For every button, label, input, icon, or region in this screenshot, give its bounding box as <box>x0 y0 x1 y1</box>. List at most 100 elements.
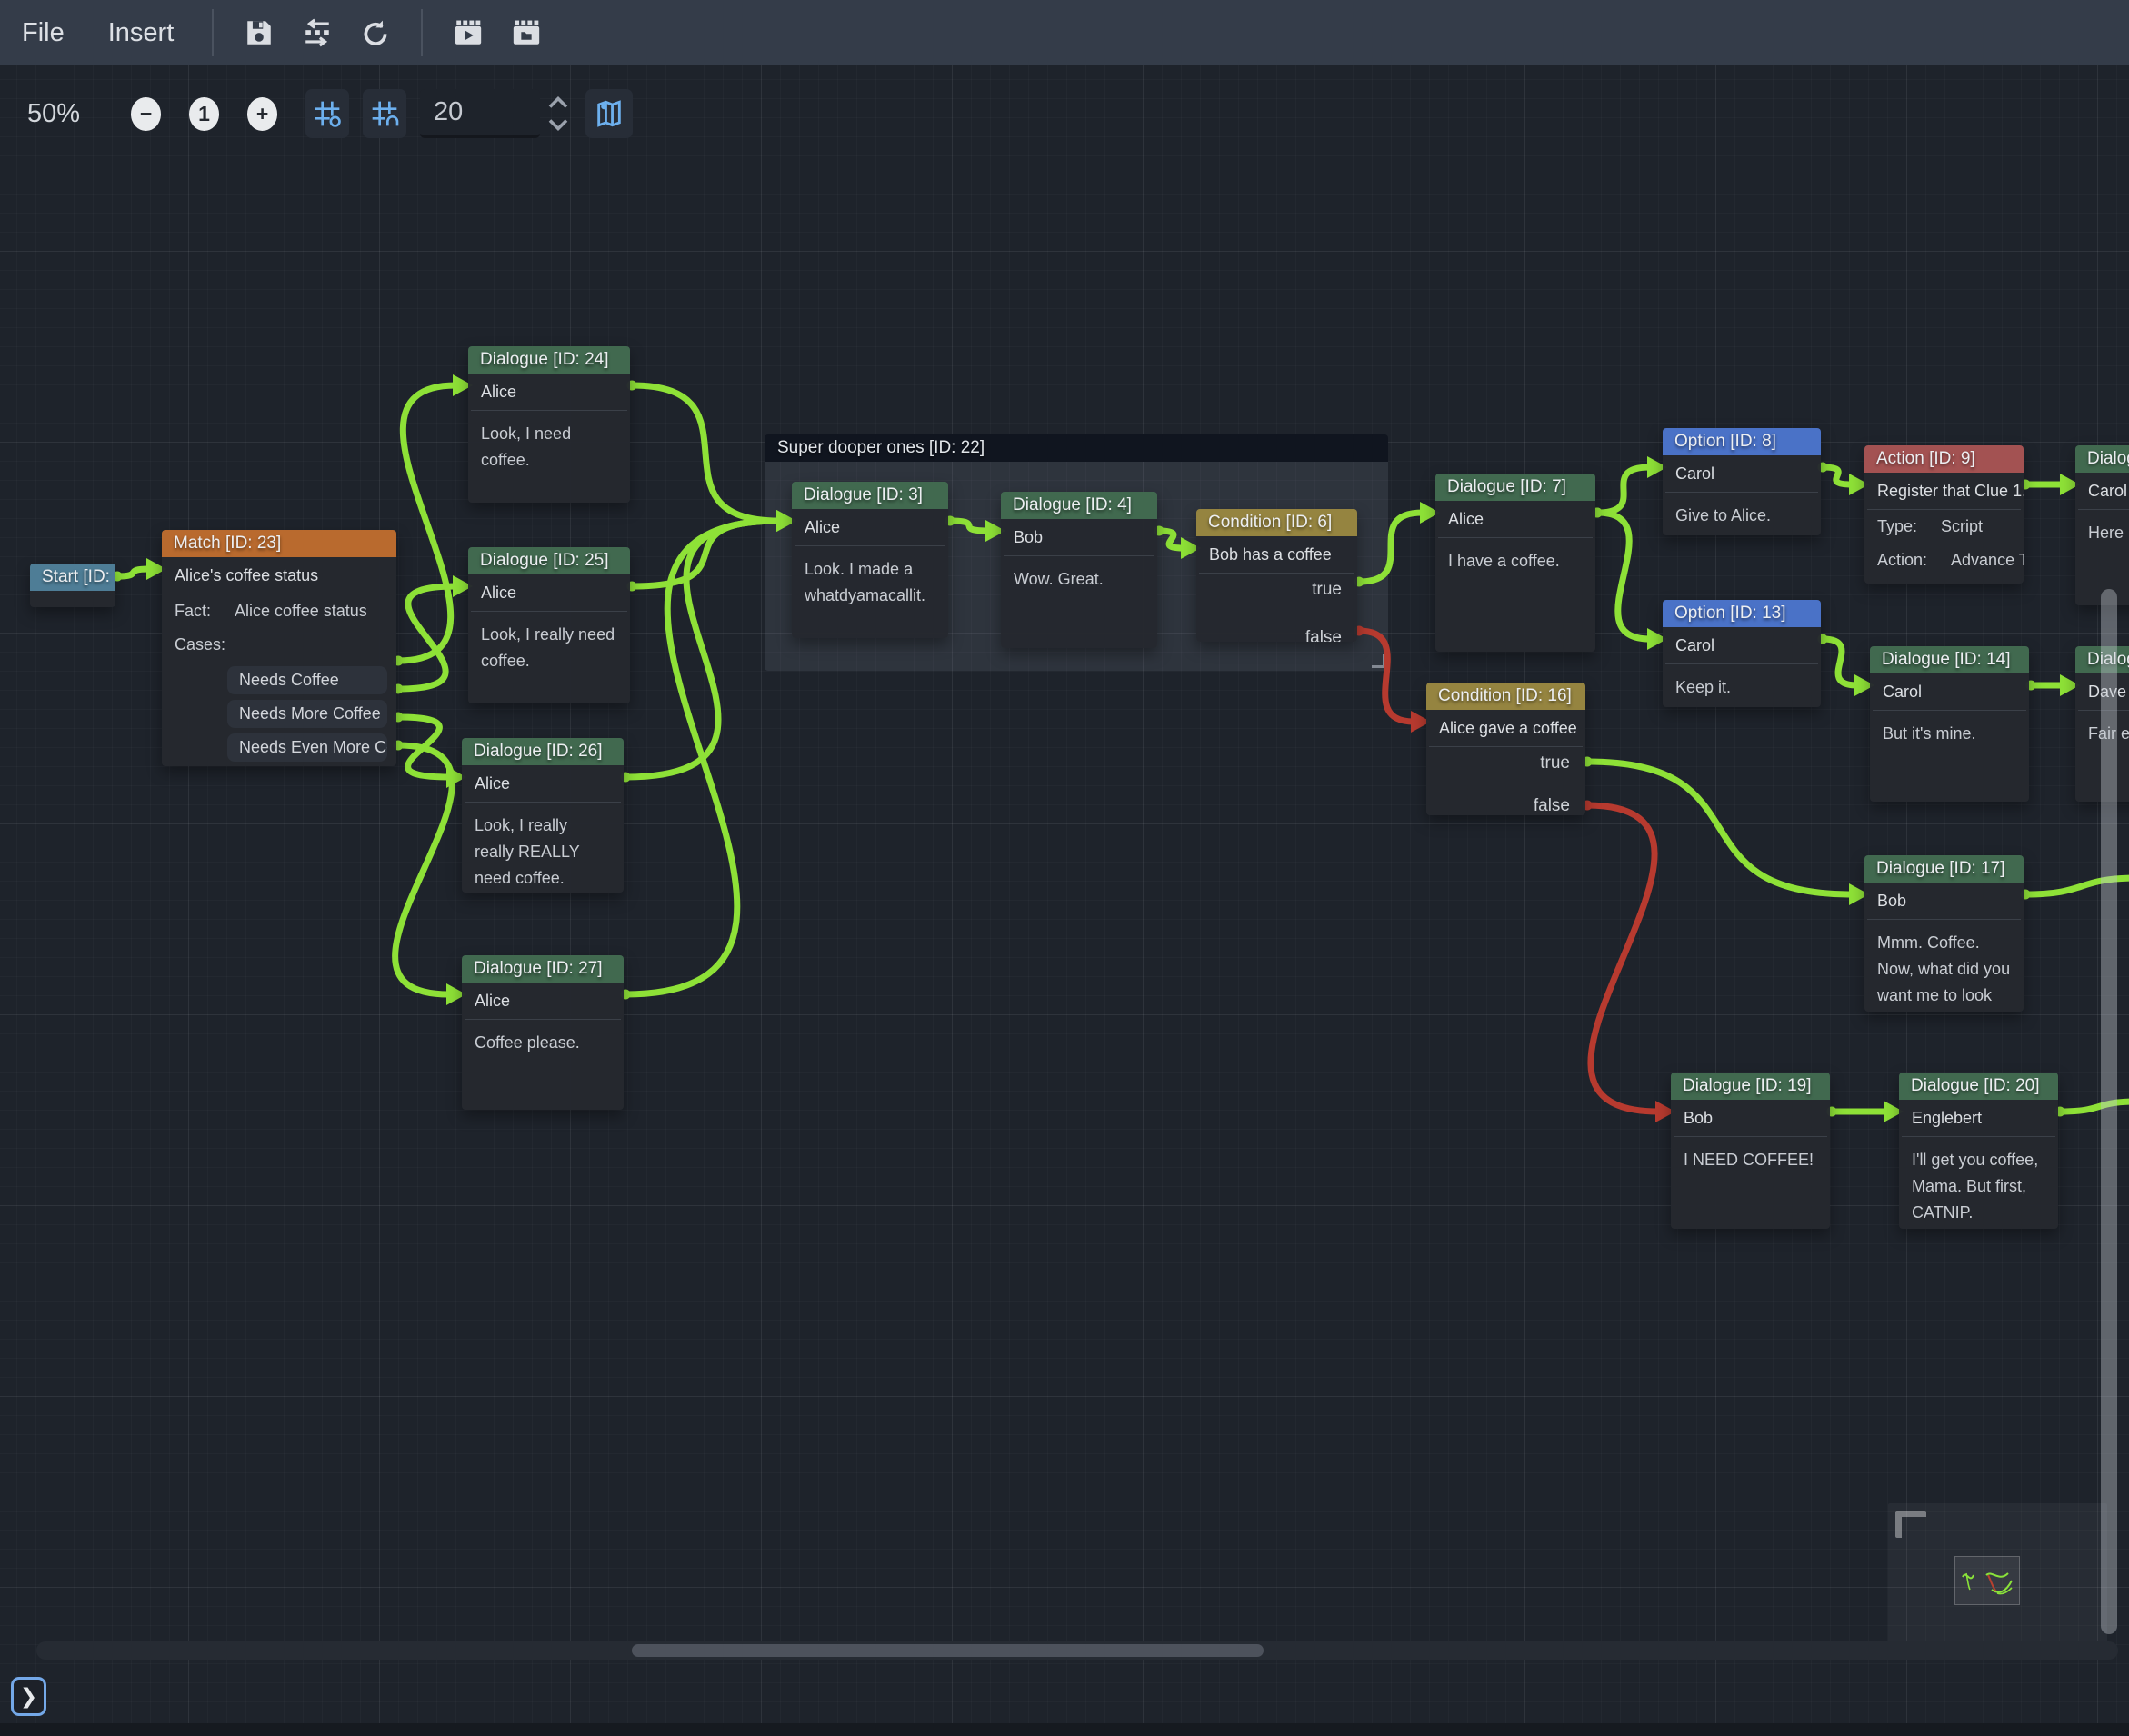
minimap-panel[interactable] <box>1888 1503 2107 1648</box>
node-title[interactable]: Action [ID: 9] <box>1864 445 2024 473</box>
node-row-pair: Type:Script <box>1864 510 2024 544</box>
node-row-speaker[interactable]: Carol <box>1663 627 1821 663</box>
node-dialogue-4[interactable]: Dialogue [ID: 4]BobWow. Great. <box>1001 492 1157 648</box>
group-title[interactable]: Super dooper ones [ID: 22] <box>765 434 1388 462</box>
node-title[interactable]: Dialogue [ID: 4] <box>1001 492 1157 519</box>
node-row-speaker[interactable]: Alice <box>462 765 624 802</box>
menu-insert[interactable]: Insert <box>86 0 196 65</box>
horizontal-scrollbar-handle[interactable] <box>632 1644 1264 1657</box>
node-title[interactable]: Dialog <box>2075 445 2129 473</box>
node-title[interactable]: Dialogue [ID: 27] <box>462 955 624 983</box>
node-option-8[interactable]: Option [ID: 8]CarolGive to Alice. <box>1663 428 1821 535</box>
case-option-button[interactable]: Needs Coffee <box>227 666 387 694</box>
test-dialogue-button[interactable] <box>443 7 494 58</box>
zoom-reset-button[interactable]: 1 <box>189 97 219 131</box>
node-row-speaker[interactable]: Alice's coffee status <box>162 557 396 594</box>
node-row-speaker[interactable]: Alice <box>792 509 948 545</box>
grid-toggle-button[interactable] <box>363 89 406 138</box>
row-divider <box>1199 573 1354 574</box>
load-dialogue-button[interactable] <box>501 7 552 58</box>
zoom-out-button[interactable]: − <box>131 97 161 131</box>
node-title[interactable]: Dialogue [ID: 7] <box>1435 474 1595 501</box>
node-body: Alice gave a coffeetruefalse <box>1426 710 1585 815</box>
horizontal-scrollbar-track[interactable] <box>36 1641 2118 1660</box>
node-start-1[interactable]: Start [ID: 1] <box>30 564 115 607</box>
node-title[interactable]: Dialogue [ID: 3] <box>792 482 948 509</box>
node-dialogue-24[interactable]: Dialogue [ID: 24]AliceLook, I need coffe… <box>468 346 630 503</box>
node-title[interactable]: Dialogue [ID: 24] <box>468 346 630 374</box>
node-row-speaker[interactable]: Register that Clue 1... <box>1864 473 2024 509</box>
node-row-speaker[interactable]: Bob <box>1671 1100 1830 1136</box>
node-row-speaker[interactable]: Englebert <box>1899 1100 2058 1136</box>
node-row-speaker[interactable]: Carol <box>2075 473 2129 509</box>
side-panel-expand-button[interactable]: ❯ <box>11 1677 46 1716</box>
node-row-speaker[interactable]: Carol <box>1663 455 1821 492</box>
node-title[interactable]: Option [ID: 8] <box>1663 428 1821 455</box>
graph-canvas[interactable]: 50% − 1 + 20 <box>0 65 2129 1736</box>
node-row-speaker[interactable]: Bob has a coffee <box>1196 536 1357 573</box>
vertical-scrollbar[interactable] <box>2101 589 2117 1634</box>
wire-red <box>1587 805 1658 1112</box>
node-dialogue-3[interactable]: Dialogue [ID: 3]AliceLook. I made a what… <box>792 482 948 638</box>
node-row-pair: Action:Advance T... <box>1864 544 2024 577</box>
node-row-right: true <box>1426 752 1585 774</box>
zoom-in-button[interactable]: + <box>247 97 277 131</box>
node-action-9[interactable]: Action [ID: 9]Register that Clue 1...Typ… <box>1864 445 2024 584</box>
node-condition-6[interactable]: Condition [ID: 6]Bob has a coffeetruefal… <box>1196 509 1357 642</box>
node-row-speaker[interactable]: Alice <box>468 374 630 410</box>
minimap-icon <box>594 98 625 129</box>
node-row-speaker[interactable]: Bob <box>1001 519 1157 555</box>
node-dialogue-right-top[interactable]: DialogCarolHere <box>2075 445 2129 605</box>
node-dialogue-17[interactable]: Dialogue [ID: 17]BobMmm. Coffee. Now, wh… <box>1864 855 2024 1012</box>
node-title[interactable]: Match [ID: 23] <box>162 530 396 557</box>
node-body: AliceCoffee please. <box>462 983 624 1110</box>
node-row-text: But it's mine. <box>1870 711 2029 757</box>
node-condition-16[interactable]: Condition [ID: 16]Alice gave a coffee tru… <box>1426 683 1585 815</box>
menu-file[interactable]: File <box>0 0 86 65</box>
node-title[interactable]: Option [ID: 13] <box>1663 600 1821 627</box>
node-match-23[interactable]: Match [ID: 23]Alice's coffee statusFact:… <box>162 530 396 766</box>
node-dialogue-20[interactable]: Dialogue [ID: 20]EnglebertI'll get you c… <box>1899 1073 2058 1229</box>
undo-button[interactable] <box>350 7 401 58</box>
node-row-speaker[interactable]: Alice <box>468 574 630 611</box>
spinner-down-icon[interactable] <box>547 117 569 132</box>
node-row-speaker[interactable]: Carol <box>1870 673 2029 710</box>
node-title[interactable]: Start [ID: 1] <box>30 564 115 591</box>
minimap-toggle-button[interactable] <box>585 89 633 138</box>
node-title[interactable]: Dialogue [ID: 26] <box>462 738 624 765</box>
snap-amount-input[interactable]: 20 <box>420 89 540 138</box>
node-row-speaker[interactable]: Alice <box>462 983 624 1019</box>
node-title[interactable]: Dialogue [ID: 20] <box>1899 1073 2058 1100</box>
node-title[interactable]: Condition [ID: 16] <box>1426 683 1585 710</box>
row-label: Fact: <box>175 602 211 620</box>
node-row-right: false <box>1196 626 1357 642</box>
snap-toggle-button[interactable] <box>305 89 349 138</box>
node-title[interactable]: Dialogue [ID: 25] <box>468 547 630 574</box>
node-dialogue-19[interactable]: Dialogue [ID: 19]BobI NEED COFFEE! <box>1671 1073 1830 1229</box>
wire-green <box>398 586 455 689</box>
case-option-button[interactable]: Needs Even More Coffee <box>227 733 387 762</box>
node-option-13[interactable]: Option [ID: 13]CarolKeep it. <box>1663 600 1821 707</box>
node-dialogue-26[interactable]: Dialogue [ID: 26]AliceLook, I really rea… <box>462 738 624 893</box>
node-dialogue-27[interactable]: Dialogue [ID: 27]AliceCoffee please. <box>462 955 624 1110</box>
case-option-button[interactable]: Needs More Coffee <box>227 700 387 728</box>
node-row-pair: Fact:Alice coffee status <box>162 594 396 628</box>
node-row-speaker[interactable]: Alice gave a coffee <box>1426 710 1585 746</box>
node-row-text: Look, I really need coffee. <box>468 612 630 684</box>
node-title[interactable]: Dialogue [ID: 19] <box>1671 1073 1830 1100</box>
node-dialogue-14[interactable]: Dialogue [ID: 14]CarolBut it's mine. <box>1870 646 2029 802</box>
translate-button[interactable] <box>292 7 343 58</box>
minimap-camera-rect[interactable] <box>1954 1556 2020 1605</box>
node-dialogue-7[interactable]: Dialogue [ID: 7]AliceI have a coffee. <box>1435 474 1595 652</box>
save-button[interactable] <box>234 7 285 58</box>
menu-bar: File Insert <box>0 0 2129 65</box>
spinner-up-icon[interactable] <box>547 95 569 110</box>
node-dialogue-25[interactable]: Dialogue [ID: 25]AliceLook, I really nee… <box>468 547 630 703</box>
node-row-speaker[interactable]: Alice <box>1435 501 1595 537</box>
node-title[interactable]: Condition [ID: 6] <box>1196 509 1357 536</box>
group-resize-handle[interactable] <box>1372 654 1385 668</box>
node-row-speaker[interactable]: Bob <box>1864 883 2024 919</box>
node-row-pair: Values:4h <box>1864 577 2024 584</box>
node-title[interactable]: Dialogue [ID: 17] <box>1864 855 2024 883</box>
node-title[interactable]: Dialogue [ID: 14] <box>1870 646 2029 673</box>
